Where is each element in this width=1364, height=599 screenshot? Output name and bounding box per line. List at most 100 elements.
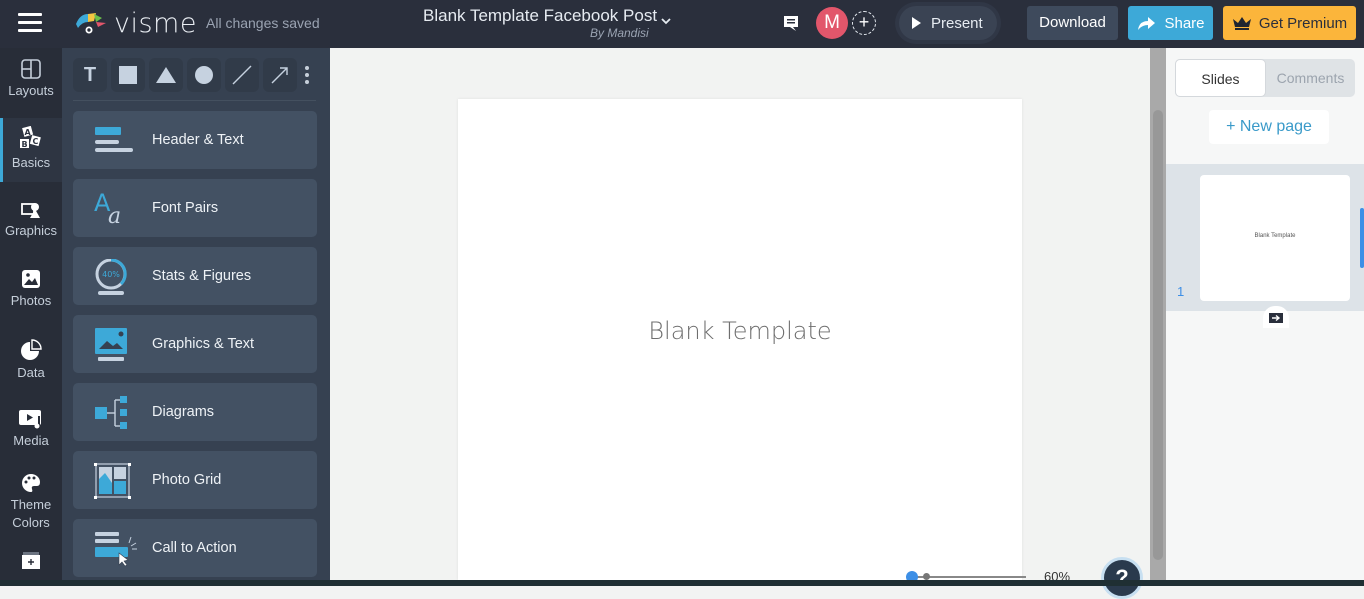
- crown-icon: [1232, 17, 1251, 30]
- chevron-down-icon[interactable]: [659, 14, 673, 28]
- download-button[interactable]: Download: [1027, 6, 1118, 40]
- tab-comments[interactable]: Comments: [1266, 59, 1355, 97]
- slide-number: 1: [1177, 284, 1185, 299]
- layout-icon: [21, 59, 41, 79]
- rail-label: Layouts: [8, 83, 54, 98]
- circle-tool[interactable]: [187, 58, 221, 92]
- text-tool-icon: T: [83, 63, 97, 86]
- present-button[interactable]: Present: [899, 6, 997, 40]
- menu-icon[interactable]: [18, 13, 42, 33]
- rail-item-media[interactable]: Media: [0, 408, 62, 462]
- visme-logo-icon: [76, 13, 106, 34]
- photo-grid-icon: [94, 463, 131, 499]
- tab-slides[interactable]: Slides: [1175, 59, 1266, 97]
- palette-icon: [22, 474, 40, 492]
- diagram-icon: [95, 396, 127, 429]
- bottom-edge: [0, 580, 1364, 586]
- graphics-icon: [21, 203, 40, 218]
- category-font-pairs[interactable]: Aa Font Pairs: [73, 179, 317, 237]
- folder-add-icon: [22, 552, 40, 569]
- rectangle-icon: [119, 66, 137, 84]
- triangle-icon: [156, 67, 176, 83]
- app-logo[interactable]: visme: [74, 8, 197, 39]
- rail-label: Colors: [12, 515, 50, 530]
- rail-item-data[interactable]: Data: [0, 338, 62, 392]
- graphics-text-icon: [95, 328, 127, 361]
- premium-label: Get Premium: [1258, 14, 1348, 32]
- category-call-to-action[interactable]: Call to Action: [73, 519, 317, 577]
- svg-text:A: A: [25, 128, 32, 137]
- transition-icon: [1269, 313, 1283, 323]
- zoom-default-marker: [923, 573, 930, 580]
- play-icon: [912, 17, 921, 29]
- category-label: Stats & Figures: [152, 268, 252, 284]
- category-label: Header & Text: [152, 132, 244, 148]
- text-tool[interactable]: T: [73, 58, 107, 92]
- panel-tabs: Slides Comments: [1175, 59, 1355, 97]
- line-tool[interactable]: [225, 58, 259, 92]
- top-bar: visme All changes saved Blank Template F…: [0, 0, 1364, 48]
- get-premium-button[interactable]: Get Premium: [1223, 6, 1356, 40]
- rail-item-photos[interactable]: Photos: [0, 268, 62, 322]
- rail-label: Theme: [10, 497, 52, 512]
- rail-item-theme-colors[interactable]: Theme Colors: [0, 472, 62, 538]
- photo-icon: [22, 270, 40, 288]
- slide-thumbnail[interactable]: Blank Template: [1200, 175, 1350, 301]
- help-button[interactable]: ?: [1101, 557, 1143, 599]
- rail-item-graphics[interactable]: Graphics: [0, 200, 62, 254]
- more-tools-icon[interactable]: [301, 58, 313, 92]
- share-button[interactable]: Share: [1128, 6, 1213, 40]
- user-avatar[interactable]: M: [816, 7, 848, 39]
- rail-label: Photos: [10, 293, 52, 308]
- new-page-button[interactable]: + New page: [1209, 110, 1329, 144]
- font-pairs-icon: Aa: [94, 191, 121, 227]
- arrow-tool[interactable]: [263, 58, 297, 92]
- scrollbar-thumb[interactable]: [1153, 110, 1163, 560]
- page-canvas[interactable]: Blank Template: [458, 99, 1022, 580]
- slide-list-item[interactable]: 1 Blank Template: [1166, 164, 1364, 311]
- document-author: By Mandisi: [590, 26, 649, 40]
- share-label: Share: [1164, 14, 1205, 32]
- rail-label: Data: [17, 365, 45, 380]
- right-panel: Slides Comments + New page 1 Blank Templ…: [1166, 48, 1364, 580]
- header-text-icon: [95, 127, 133, 152]
- rail-label: Basics: [11, 155, 51, 170]
- rail-label: Media: [13, 433, 49, 448]
- canvas-area: Blank Template: [330, 48, 1150, 580]
- document-title[interactable]: Blank Template Facebook Post: [423, 6, 657, 26]
- category-label: Font Pairs: [152, 200, 219, 216]
- rail-item-basics[interactable]: A B C Basics: [0, 118, 62, 182]
- line-icon: [232, 65, 252, 85]
- category-photo-grid[interactable]: Photo Grid: [73, 451, 317, 509]
- present-label: Present: [931, 14, 983, 32]
- category-label: Photo Grid: [152, 472, 222, 488]
- rail-label: Graphics: [4, 223, 58, 238]
- category-diagrams[interactable]: Diagrams: [73, 383, 317, 441]
- slide-resize-handle[interactable]: [1360, 208, 1364, 268]
- stats-icon: 40%: [95, 259, 127, 295]
- panel-divider: [73, 100, 316, 101]
- category-label: Call to Action: [152, 540, 237, 556]
- slide-thumbnail-text: Blank Template: [1254, 233, 1296, 239]
- triangle-tool[interactable]: [149, 58, 183, 92]
- page-title-text[interactable]: Blank Template: [458, 317, 1022, 345]
- media-icon: [19, 410, 41, 429]
- rail-item-layouts[interactable]: Layouts: [0, 58, 62, 118]
- rectangle-tool[interactable]: [111, 58, 145, 92]
- shape-toolbar: T: [73, 58, 323, 92]
- basics-panel: T Header & Text Aa Font Pairs 40% Stats …: [62, 48, 330, 580]
- category-stats-figures[interactable]: 40% Stats & Figures: [73, 247, 317, 305]
- comment-icon[interactable]: [781, 13, 801, 33]
- svg-text:a: a: [108, 204, 121, 227]
- svg-text:40%: 40%: [102, 270, 120, 279]
- category-graphics-text[interactable]: Graphics & Text: [73, 315, 317, 373]
- slide-transition-button[interactable]: [1263, 306, 1289, 328]
- add-collaborator-button[interactable]: +: [852, 11, 876, 35]
- arrow-icon: [271, 67, 288, 84]
- call-to-action-icon: [95, 532, 137, 567]
- vertical-scrollbar[interactable]: [1150, 48, 1166, 580]
- rail-item-my-files[interactable]: [0, 550, 62, 580]
- pie-chart-icon: [21, 339, 42, 360]
- svg-text:B: B: [22, 140, 28, 149]
- category-header-text[interactable]: Header & Text: [73, 111, 317, 169]
